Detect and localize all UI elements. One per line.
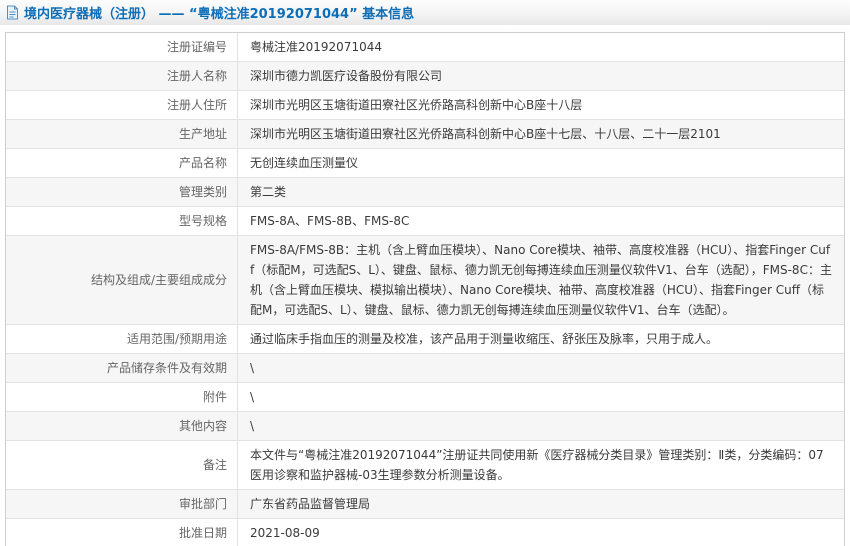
row-label: 适用范围/预期用途 <box>6 325 238 353</box>
row-value: \ <box>238 412 844 440</box>
row-label-text: 产品储存条件及有效期 <box>107 359 227 377</box>
row-value: 粤械注准20192071044 <box>238 33 844 61</box>
row-label-text: 注册人住所 <box>167 96 227 114</box>
row-label: 注册证编号 <box>6 33 238 61</box>
page-header: 境内医疗器械（注册） —— “粤械注准20192071044” 基本信息 <box>0 0 850 25</box>
row-label: 生产地址 <box>6 120 238 148</box>
table-row: 批准日期 2021-08-09 <box>6 519 844 546</box>
page-title: 境内医疗器械（注册） —— “粤械注准20192071044” 基本信息 <box>24 3 414 22</box>
row-value: 第二类 <box>238 178 844 206</box>
row-label-text: 注册证编号 <box>167 38 227 56</box>
row-label: 管理类别 <box>6 178 238 206</box>
table-row: 注册人名称深圳市德力凯医疗设备股份有限公司 <box>6 62 844 91</box>
row-label: 注册人住所 <box>6 91 238 119</box>
row-value: 深圳市光明区玉塘街道田寮社区光侨路高科创新中心B座十七层、十八层、二十一层210… <box>238 120 844 148</box>
row-value: 通过临床手指血压的测量及校准，该产品用于测量收缩压、舒张压及脉率，只用于成人。 <box>238 325 844 353</box>
row-label: 产品储存条件及有效期 <box>6 354 238 382</box>
table-row: 型号规格 FMS-8A、FMS-8B、FMS-8C <box>6 207 844 236</box>
row-value: \ <box>238 383 844 411</box>
row-label-text: 生产地址 <box>179 125 227 143</box>
row-label: 结构及组成/主要组成成分 <box>6 236 238 324</box>
table-row: 产品名称无创连续血压测量仪 <box>6 149 844 178</box>
row-label-text: 备注 <box>203 456 227 474</box>
row-value: 本文件与“粤械注准20192071044”注册证共同使用新《医疗器械分类目录》管… <box>238 441 844 489</box>
row-label-text: 结构及组成/主要组成成分 <box>91 271 227 289</box>
table-row: 管理类别第二类 <box>6 178 844 207</box>
page: 境内医疗器械（注册） —— “粤械注准20192071044” 基本信息 注册证… <box>0 0 850 546</box>
row-label: 其他内容 <box>6 412 238 440</box>
row-label: 备注 <box>6 441 238 489</box>
row-value: 深圳市德力凯医疗设备股份有限公司 <box>238 62 844 90</box>
info-table: 注册证编号粤械注准20192071044注册人名称深圳市德力凯医疗设备股份有限公… <box>5 32 845 546</box>
row-label-text: 审批部门 <box>179 495 227 513</box>
document-icon <box>6 5 19 20</box>
row-label: 附件 <box>6 383 238 411</box>
row-label: 注册人名称 <box>6 62 238 90</box>
row-value: FMS-8A/FMS-8B：主机（含上臂血压模块）、Nano Core模块、袖带… <box>238 236 844 324</box>
row-label-text: 附件 <box>203 388 227 406</box>
row-value: 深圳市光明区玉塘街道田寮社区光侨路高科创新中心B座十八层 <box>238 91 844 119</box>
table-row: 结构及组成/主要组成成分 FMS-8A/FMS-8B：主机（含上臂血压模块）、Na… <box>6 236 844 325</box>
row-label: 批准日期 <box>6 519 238 546</box>
table-row: 适用范围/预期用途通过临床手指血压的测量及校准，该产品用于测量收缩压、舒张压及脉… <box>6 325 844 354</box>
table-row: 其他内容 \ <box>6 412 844 441</box>
row-label: 型号规格 <box>6 207 238 235</box>
row-label-text: 管理类别 <box>179 183 227 201</box>
table-row: 备注本文件与“粤械注准20192071044”注册证共同使用新《医疗器械分类目录… <box>6 441 844 490</box>
row-value: FMS-8A、FMS-8B、FMS-8C <box>238 207 844 235</box>
row-value: 2021-08-09 <box>238 519 844 546</box>
row-value: 无创连续血压测量仪 <box>238 149 844 177</box>
table-row: 注册证编号粤械注准20192071044 <box>6 33 844 62</box>
table-row: 生产地址深圳市光明区玉塘街道田寮社区光侨路高科创新中心B座十七层、十八层、二十一… <box>6 120 844 149</box>
row-label-text: 型号规格 <box>179 212 227 230</box>
row-label: 产品名称 <box>6 149 238 177</box>
table-row: 注册人住所深圳市光明区玉塘街道田寮社区光侨路高科创新中心B座十八层 <box>6 91 844 120</box>
table-row: 产品储存条件及有效期 \ <box>6 354 844 383</box>
table-row: 审批部门广东省药品监督管理局 <box>6 490 844 519</box>
row-label-text: 批准日期 <box>179 524 227 542</box>
row-label-text: 适用范围/预期用途 <box>127 330 227 348</box>
row-value: \ <box>238 354 844 382</box>
row-value: 广东省药品监督管理局 <box>238 490 844 518</box>
row-label-text: 产品名称 <box>179 154 227 172</box>
table-row: 附件 \ <box>6 383 844 412</box>
row-label-text: 其他内容 <box>179 417 227 435</box>
row-label: 审批部门 <box>6 490 238 518</box>
row-label-text: 注册人名称 <box>167 67 227 85</box>
